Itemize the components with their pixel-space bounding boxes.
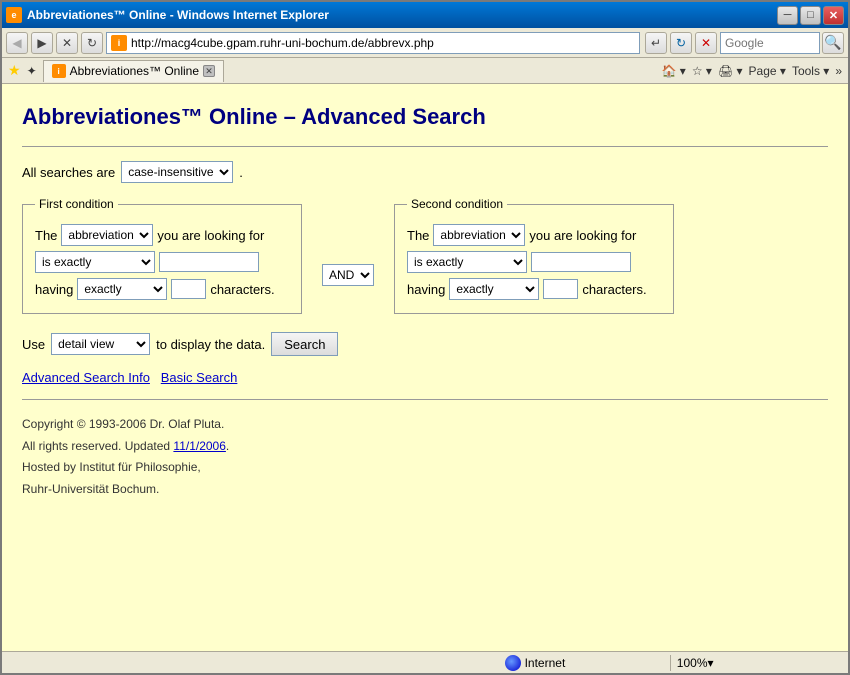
tools-menu-button[interactable]: Tools ▾ [792,64,829,78]
footer-updated-link[interactable]: 11/1/2006 [173,439,226,453]
first-having-label: having [35,282,73,297]
second-the-label: The [407,228,429,243]
refresh-button[interactable]: ↻ [81,32,103,54]
nav-toolbar: ◀ ▶ ✕ ↻ i http://macg4cube.gpam.ruhr-uni… [2,28,848,58]
tab-close-button[interactable]: ✕ [203,65,215,77]
first-condition-box: First condition The abbreviation expansi… [22,197,302,314]
footer: Copyright © 1993-2006 Dr. Olaf Pluta. Al… [22,414,828,500]
zoom-label: 100% [677,656,708,670]
display-label: Use [22,337,45,352]
second-looking-for-label: you are looking for [529,228,636,243]
page-content: Abbreviationes™ Online – Advanced Search… [2,84,848,651]
first-match-row: is exactly contains starts with ends wit… [35,251,289,273]
footer-divider [22,399,828,400]
toolbar-right: 🏠 ▾ ☆ ▾ 🖨 ▾ Page ▾ Tools ▾ » [662,64,842,78]
search-go-button[interactable]: 🔍 [822,32,844,54]
case-sensitivity-row: All searches are case-insensitive case-s… [22,161,828,183]
case-select[interactable]: case-insensitive case-sensitive [121,161,233,183]
address-text: http://macg4cube.gpam.ruhr-uni-bochum.de… [131,36,434,50]
footer-line2: All rights reserved. Updated 11/1/2006. [22,436,828,458]
second-having-row: having exactly at least at most characte… [407,278,661,300]
connector-select[interactable]: AND OR [322,264,374,286]
first-count-select[interactable]: exactly at least at most [77,278,167,300]
first-having-row: having exactly at least at most characte… [35,278,289,300]
status-internet: Internet [499,655,671,671]
second-field-row: The abbreviation expansion source you ar… [407,224,661,246]
zoom-icon: ▾ [708,656,714,670]
print-button[interactable]: 🖨 ▾ [718,64,743,78]
browser-search-input[interactable] [720,32,820,54]
minimize-button[interactable]: ─ [777,6,798,25]
footer-line2-suffix: . [226,439,229,453]
forward-button[interactable]: ▶ [31,32,53,54]
advanced-search-info-link[interactable]: Advanced Search Info [22,370,150,385]
window-title: Abbreviationes™ Online - Windows Interne… [27,8,329,22]
internet-status: Internet [505,655,566,671]
status-zoom: 100% ▾ [671,656,842,670]
second-field-select[interactable]: abbreviation expansion source [433,224,525,246]
connector-area: AND OR [322,244,374,286]
display-row: Use detail view list view compact view t… [22,332,828,356]
internet-label: Internet [525,656,566,670]
first-condition-legend: First condition [35,197,118,211]
basic-search-link[interactable]: Basic Search [161,370,238,385]
search-button[interactable]: Search [271,332,338,356]
page-menu-button[interactable]: Page ▾ [749,64,786,78]
display-select[interactable]: detail view list view compact view [51,333,150,355]
first-match-select[interactable]: is exactly contains starts with ends wit… [35,251,155,273]
status-sections: Internet 100% ▾ [8,655,842,671]
tab-label: Abbreviationes™ Online [70,64,199,78]
second-match-select[interactable]: is exactly contains starts with ends wit… [407,251,527,273]
top-divider [22,146,828,147]
go-button[interactable]: ↵ [645,32,667,54]
tab-favicon: i [52,64,66,78]
first-field-select[interactable]: abbreviation expansion source [61,224,153,246]
first-count-input[interactable] [171,279,206,299]
case-label: All searches are [22,165,115,180]
browser-icon: e [6,7,22,23]
first-field-row: The abbreviation expansion source you ar… [35,224,289,246]
more-button[interactable]: » [835,64,842,78]
stop-button[interactable]: ✕ [56,32,78,54]
stop-icon-btn[interactable]: ✕ [695,32,717,54]
second-search-input[interactable] [531,252,631,272]
second-condition-legend: Second condition [407,197,507,211]
title-bar: e Abbreviationes™ Online - Windows Inter… [2,2,848,28]
footer-line4: Ruhr-Universität Bochum. [22,479,828,501]
footer-line3: Hosted by Institut für Philosophie, [22,457,828,479]
footer-line2-prefix: All rights reserved. Updated [22,439,173,453]
favorites-icon: ✦ [27,64,37,78]
first-characters-label: characters. [210,282,274,297]
first-the-label: The [35,228,57,243]
second-having-label: having [407,282,445,297]
links-row: Advanced Search Info Basic Search [22,370,828,385]
second-condition-box: Second condition The abbreviation expans… [394,197,674,314]
maximize-button[interactable]: □ [800,6,821,25]
favorites-toolbar: ★ ✦ i Abbreviationes™ Online ✕ 🏠 ▾ ☆ ▾ 🖨… [2,58,848,84]
favorites-star-icon: ★ [8,62,21,79]
second-match-row: is exactly contains starts with ends wit… [407,251,661,273]
footer-line1: Copyright © 1993-2006 Dr. Olaf Pluta. [22,414,828,436]
second-characters-label: characters. [582,282,646,297]
first-looking-for-label: you are looking for [157,228,264,243]
case-period: . [239,165,243,180]
feeds-button[interactable]: ☆ ▾ [692,64,712,78]
second-count-select[interactable]: exactly at least at most [449,278,539,300]
internet-icon [505,655,521,671]
page-title: Abbreviationes™ Online – Advanced Search [22,104,828,130]
address-input-container[interactable]: i http://macg4cube.gpam.ruhr-uni-bochum.… [106,32,640,54]
home-button[interactable]: 🏠 ▾ [662,64,686,78]
status-bar: Internet 100% ▾ [2,651,848,673]
display-suffix: to display the data. [156,337,265,352]
conditions-row: First condition The abbreviation expansi… [22,197,828,314]
refresh-icon-btn[interactable]: ↻ [670,32,692,54]
search-bar: 🔍 [720,32,844,54]
second-count-input[interactable] [543,279,578,299]
browser-tab[interactable]: i Abbreviationes™ Online ✕ [43,60,224,82]
back-button[interactable]: ◀ [6,32,28,54]
address-bar: i http://macg4cube.gpam.ruhr-uni-bochum.… [106,32,667,54]
page-icon: i [111,35,127,51]
close-button[interactable]: ✕ [823,6,844,25]
first-search-input[interactable] [159,252,259,272]
